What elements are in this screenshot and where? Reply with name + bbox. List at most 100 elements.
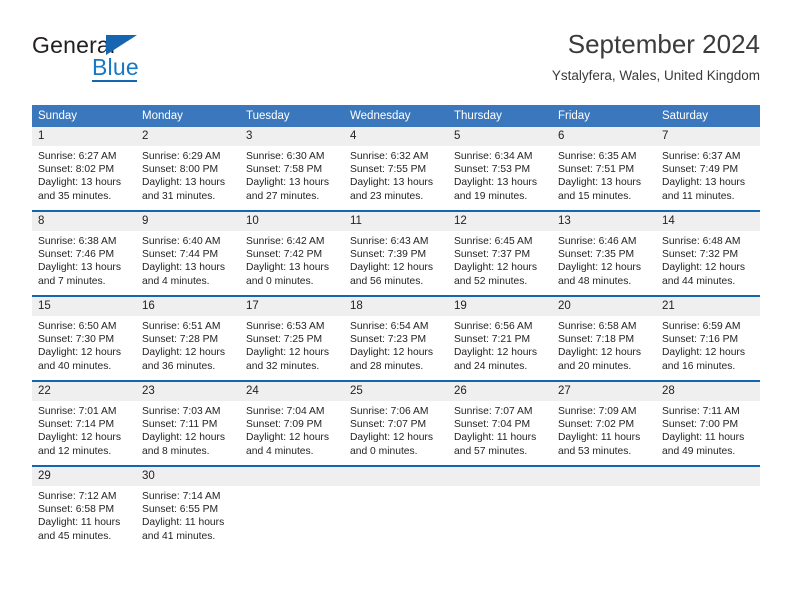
calendar-day-cell[interactable]: 20 Sunrise: 6:58 AM Sunset: 7:18 PM Dayligh… — [552, 296, 656, 381]
day-number: 18 — [344, 297, 448, 316]
title-block: September 2024 Ystalyfera, Wales, United… — [552, 28, 760, 84]
calendar-day-cell[interactable]: 29 Sunrise: 7:12 AM Sunset: 6:58 PM Dayligh… — [32, 466, 136, 550]
sunset-text: Sunset: 7:04 PM — [454, 419, 531, 431]
calendar-empty-cell — [344, 466, 448, 550]
day-cell-inner: 2 Sunrise: 6:29 AM Sunset: 8:00 PM Daylight… — [136, 127, 240, 210]
calendar-day-cell[interactable]: 24 Sunrise: 7:04 AM Sunset: 7:09 PM Dayligh… — [240, 381, 344, 466]
day-cell-inner — [344, 467, 448, 550]
daylight-text-line2: and 49 minutes. — [662, 445, 736, 457]
daylight-text-line1: Daylight: 13 hours — [246, 262, 329, 274]
day-details: Sunrise: 6:37 AM Sunset: 7:49 PM Daylight:… — [656, 146, 760, 203]
day-number: 26 — [448, 382, 552, 401]
sunrise-text: Sunrise: 6:37 AM — [662, 151, 741, 162]
sunrise-text: Sunrise: 6:27 AM — [38, 151, 117, 162]
sunrise-text: Sunrise: 6:40 AM — [142, 236, 221, 247]
calendar-day-cell[interactable]: 3 Sunrise: 6:30 AM Sunset: 7:58 PM Daylight… — [240, 127, 344, 211]
sunrise-text: Sunrise: 6:56 AM — [454, 321, 533, 332]
day-details: Sunrise: 6:56 AM Sunset: 7:21 PM Daylight:… — [448, 316, 552, 373]
day-details: Sunrise: 6:45 AM Sunset: 7:37 PM Daylight:… — [448, 231, 552, 288]
daylight-text-line1: Daylight: 12 hours — [142, 347, 225, 359]
day-details: Sunrise: 6:35 AM Sunset: 7:51 PM Daylight:… — [552, 146, 656, 203]
daylight-text-line1: Daylight: 12 hours — [38, 347, 121, 359]
day-number: 2 — [136, 127, 240, 146]
day-cell-inner: 29 Sunrise: 7:12 AM Sunset: 6:58 PM Dayligh… — [32, 467, 136, 550]
day-number: 29 — [32, 467, 136, 486]
sunrise-text: Sunrise: 6:45 AM — [454, 236, 533, 247]
calendar-day-cell[interactable]: 19 Sunrise: 6:56 AM Sunset: 7:21 PM Dayligh… — [448, 296, 552, 381]
day-number — [344, 467, 448, 486]
calendar-day-cell[interactable]: 17 Sunrise: 6:53 AM Sunset: 7:25 PM Dayligh… — [240, 296, 344, 381]
sunset-text: Sunset: 7:32 PM — [662, 249, 739, 261]
sunrise-text: Sunrise: 7:03 AM — [142, 406, 221, 417]
calendar-day-cell[interactable]: 15 Sunrise: 6:50 AM Sunset: 7:30 PM Dayligh… — [32, 296, 136, 381]
day-number: 16 — [136, 297, 240, 316]
daylight-text-line2: and 45 minutes. — [38, 530, 112, 542]
calendar-body: 1 Sunrise: 6:27 AM Sunset: 8:02 PM Daylight… — [32, 127, 760, 550]
sunset-text: Sunset: 6:58 PM — [38, 504, 115, 516]
day-cell-inner: 5 Sunrise: 6:34 AM Sunset: 7:53 PM Daylight… — [448, 127, 552, 210]
calendar-empty-cell — [240, 466, 344, 550]
day-details: Sunrise: 6:51 AM Sunset: 7:28 PM Daylight:… — [136, 316, 240, 373]
calendar-day-cell[interactable]: 27 Sunrise: 7:09 AM Sunset: 7:02 PM Dayligh… — [552, 381, 656, 466]
calendar-day-cell[interactable]: 12 Sunrise: 6:45 AM Sunset: 7:37 PM Dayligh… — [448, 211, 552, 296]
sunset-text: Sunset: 6:55 PM — [142, 504, 219, 516]
daylight-text-line2: and 4 minutes. — [246, 445, 314, 457]
sunrise-text: Sunrise: 7:06 AM — [350, 406, 429, 417]
calendar-day-cell[interactable]: 14 Sunrise: 6:48 AM Sunset: 7:32 PM Dayligh… — [656, 211, 760, 296]
weekday-header-friday: Friday — [552, 105, 656, 127]
daylight-text-line2: and 40 minutes. — [38, 360, 112, 372]
calendar-day-cell[interactable]: 7 Sunrise: 6:37 AM Sunset: 7:49 PM Daylight… — [656, 127, 760, 211]
calendar-day-cell[interactable]: 22 Sunrise: 7:01 AM Sunset: 7:14 PM Dayligh… — [32, 381, 136, 466]
sunrise-text: Sunrise: 6:42 AM — [246, 236, 325, 247]
sunset-text: Sunset: 8:00 PM — [142, 164, 219, 176]
sunrise-text: Sunrise: 6:34 AM — [454, 151, 533, 162]
sunset-text: Sunset: 7:02 PM — [558, 419, 635, 431]
calendar-day-cell[interactable]: 11 Sunrise: 6:43 AM Sunset: 7:39 PM Dayligh… — [344, 211, 448, 296]
calendar-day-cell[interactable]: 4 Sunrise: 6:32 AM Sunset: 7:55 PM Daylight… — [344, 127, 448, 211]
calendar-day-cell[interactable]: 2 Sunrise: 6:29 AM Sunset: 8:00 PM Daylight… — [136, 127, 240, 211]
calendar-day-cell[interactable]: 13 Sunrise: 6:46 AM Sunset: 7:35 PM Dayligh… — [552, 211, 656, 296]
calendar-week-row: 8 Sunrise: 6:38 AM Sunset: 7:46 PM Daylight… — [32, 211, 760, 296]
day-cell-inner — [656, 467, 760, 550]
day-number: 28 — [656, 382, 760, 401]
daylight-text-line2: and 24 minutes. — [454, 360, 528, 372]
day-cell-inner: 11 Sunrise: 6:43 AM Sunset: 7:39 PM Dayligh… — [344, 212, 448, 295]
day-number: 14 — [656, 212, 760, 231]
day-number: 24 — [240, 382, 344, 401]
calendar-day-cell[interactable]: 1 Sunrise: 6:27 AM Sunset: 8:02 PM Daylight… — [32, 127, 136, 211]
day-cell-inner: 16 Sunrise: 6:51 AM Sunset: 7:28 PM Dayligh… — [136, 297, 240, 380]
sunset-text: Sunset: 7:14 PM — [38, 419, 115, 431]
day-cell-inner: 10 Sunrise: 6:42 AM Sunset: 7:42 PM Dayligh… — [240, 212, 344, 295]
calendar-day-cell[interactable]: 23 Sunrise: 7:03 AM Sunset: 7:11 PM Dayligh… — [136, 381, 240, 466]
daylight-text-line2: and 36 minutes. — [142, 360, 216, 372]
calendar-day-cell[interactable]: 8 Sunrise: 6:38 AM Sunset: 7:46 PM Daylight… — [32, 211, 136, 296]
daylight-text-line2: and 28 minutes. — [350, 360, 424, 372]
day-details: Sunrise: 6:50 AM Sunset: 7:30 PM Daylight:… — [32, 316, 136, 373]
sunset-text: Sunset: 7:39 PM — [350, 249, 427, 261]
daylight-text-line2: and 35 minutes. — [38, 190, 112, 202]
daylight-text-line2: and 7 minutes. — [38, 275, 106, 287]
general-blue-logo[interactable]: General Blue — [32, 32, 242, 92]
calendar-day-cell[interactable]: 25 Sunrise: 7:06 AM Sunset: 7:07 PM Dayligh… — [344, 381, 448, 466]
day-details: Sunrise: 7:04 AM Sunset: 7:09 PM Daylight:… — [240, 401, 344, 458]
calendar-day-cell[interactable]: 10 Sunrise: 6:42 AM Sunset: 7:42 PM Dayligh… — [240, 211, 344, 296]
calendar-day-cell[interactable]: 5 Sunrise: 6:34 AM Sunset: 7:53 PM Daylight… — [448, 127, 552, 211]
day-details: Sunrise: 6:40 AM Sunset: 7:44 PM Daylight:… — [136, 231, 240, 288]
daylight-text-line2: and 44 minutes. — [662, 275, 736, 287]
calendar-day-cell[interactable]: 18 Sunrise: 6:54 AM Sunset: 7:23 PM Dayligh… — [344, 296, 448, 381]
calendar-day-cell[interactable]: 26 Sunrise: 7:07 AM Sunset: 7:04 PM Dayligh… — [448, 381, 552, 466]
day-details: Sunrise: 6:54 AM Sunset: 7:23 PM Daylight:… — [344, 316, 448, 373]
calendar-day-cell[interactable]: 6 Sunrise: 6:35 AM Sunset: 7:51 PM Daylight… — [552, 127, 656, 211]
daylight-text-line2: and 32 minutes. — [246, 360, 320, 372]
calendar-day-cell[interactable]: 16 Sunrise: 6:51 AM Sunset: 7:28 PM Dayligh… — [136, 296, 240, 381]
day-cell-inner: 25 Sunrise: 7:06 AM Sunset: 7:07 PM Dayligh… — [344, 382, 448, 465]
calendar-day-cell[interactable]: 28 Sunrise: 7:11 AM Sunset: 7:00 PM Dayligh… — [656, 381, 760, 466]
sunrise-text: Sunrise: 6:38 AM — [38, 236, 117, 247]
sunset-text: Sunset: 7:55 PM — [350, 164, 427, 176]
calendar-day-cell[interactable]: 21 Sunrise: 6:59 AM Sunset: 7:16 PM Dayligh… — [656, 296, 760, 381]
day-details: Sunrise: 6:32 AM Sunset: 7:55 PM Daylight:… — [344, 146, 448, 203]
calendar-day-cell[interactable]: 9 Sunrise: 6:40 AM Sunset: 7:44 PM Daylight… — [136, 211, 240, 296]
day-number: 25 — [344, 382, 448, 401]
day-cell-inner: 22 Sunrise: 7:01 AM Sunset: 7:14 PM Dayligh… — [32, 382, 136, 465]
calendar-day-cell[interactable]: 30 Sunrise: 7:14 AM Sunset: 6:55 PM Dayligh… — [136, 466, 240, 550]
